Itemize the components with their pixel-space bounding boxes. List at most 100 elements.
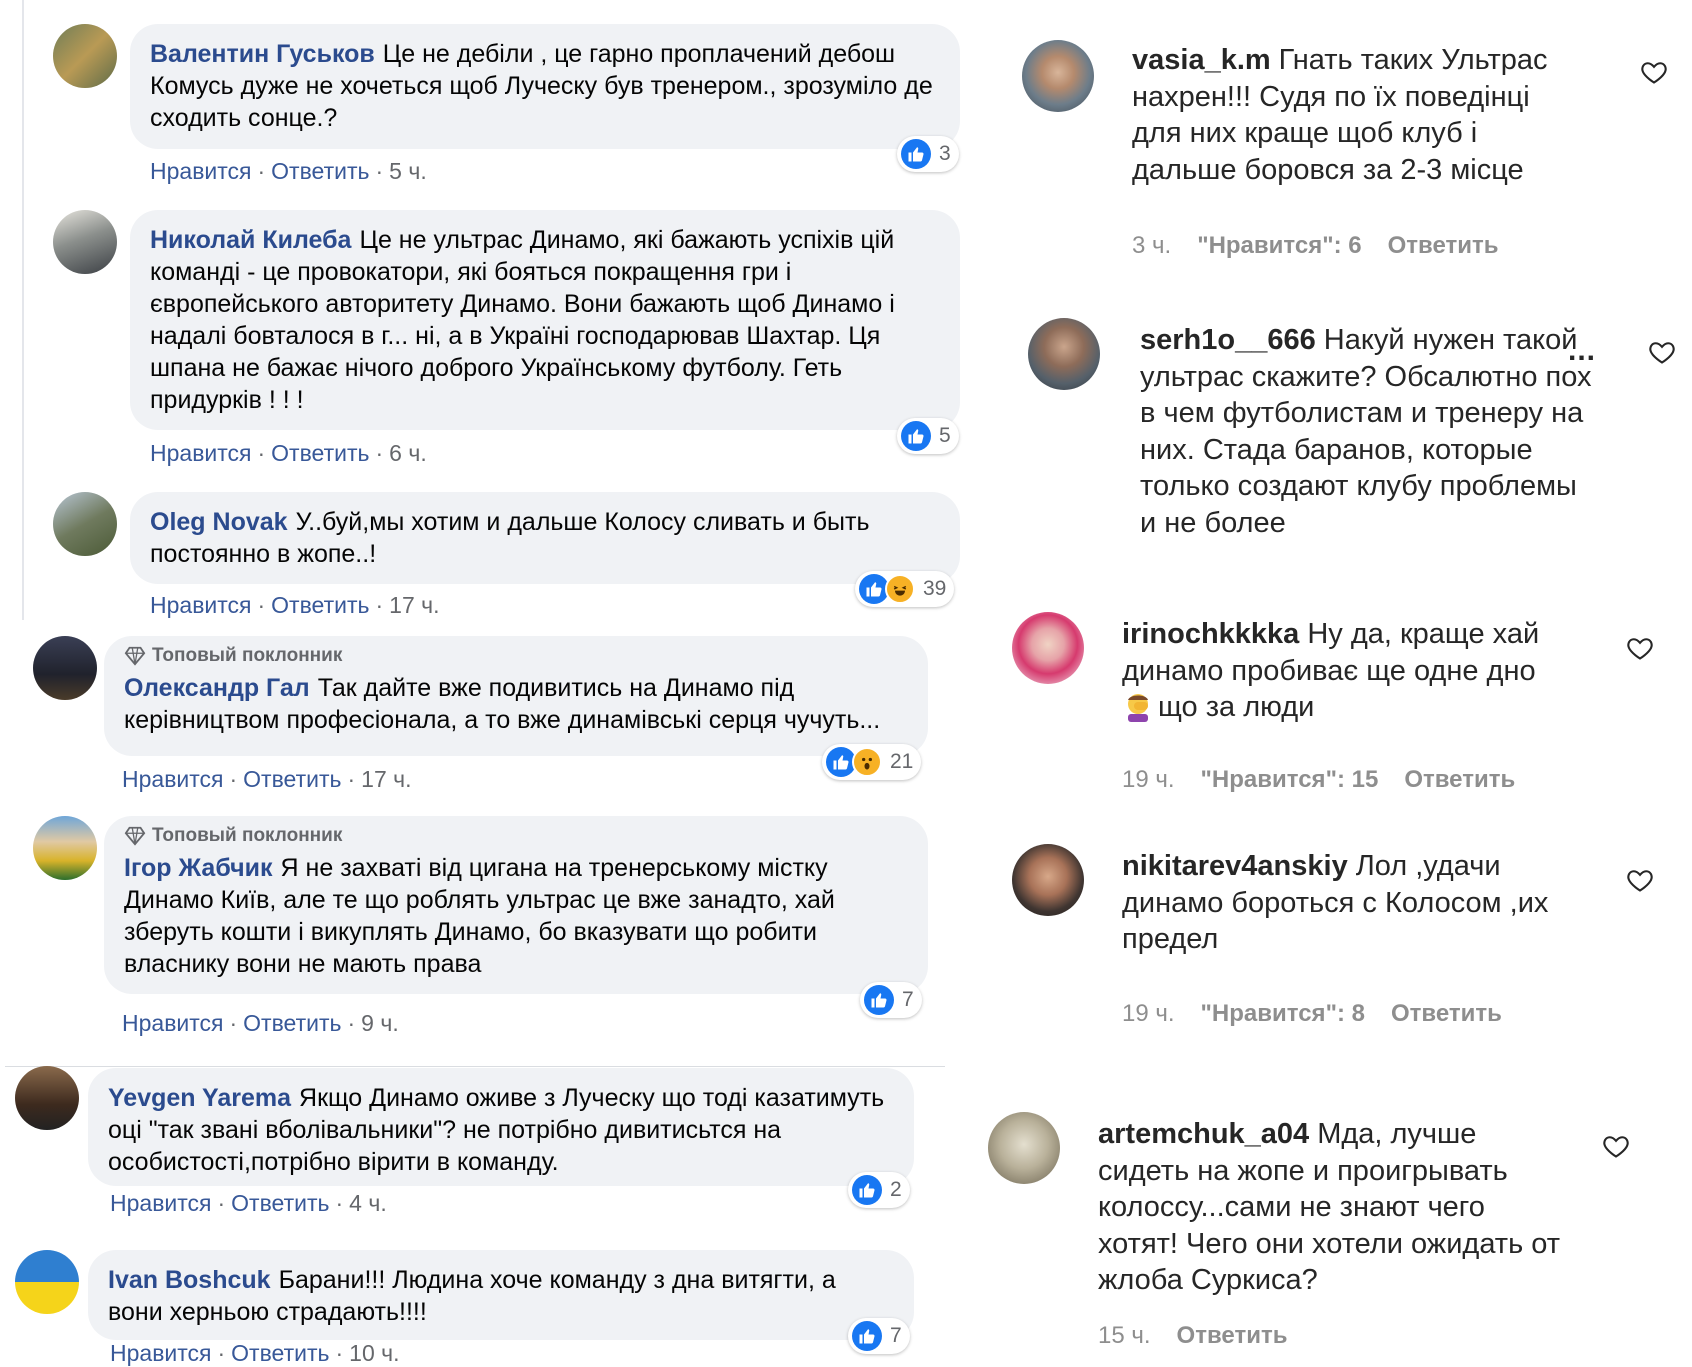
avatar[interactable] xyxy=(53,492,117,556)
comment-author[interactable]: Валентин Гуськов xyxy=(150,40,375,68)
reply-link[interactable]: Ответить xyxy=(1391,1000,1502,1027)
reaction-summary[interactable]: 7 xyxy=(848,1318,910,1354)
avatar[interactable] xyxy=(1012,844,1084,916)
avatar[interactable] xyxy=(53,210,117,274)
comment-username[interactable]: nikitarev4anskiy xyxy=(1122,850,1348,882)
more-button[interactable]: ... xyxy=(1568,334,1596,368)
reply-link[interactable]: Ответить xyxy=(243,1010,341,1036)
comment-actions: Нравится · Ответить · 10 ч. xyxy=(110,1340,400,1366)
heart-icon[interactable] xyxy=(1640,58,1668,86)
like-reaction-icon xyxy=(901,139,931,169)
likes-count[interactable]: "Нравится": 8 xyxy=(1201,1000,1365,1027)
comment-text: Накуй нужен такой ультрас скажите? Обсал… xyxy=(1140,324,1592,539)
avatar[interactable] xyxy=(1028,318,1100,390)
heart-icon[interactable] xyxy=(1626,634,1654,662)
reaction-count: 21 xyxy=(890,750,914,773)
reply-link[interactable]: Ответить xyxy=(1404,766,1515,793)
comment-author[interactable]: Ivan Boshcuk xyxy=(108,1266,271,1294)
avatar[interactable] xyxy=(988,1112,1060,1184)
avatar[interactable] xyxy=(15,1066,79,1130)
like-reaction-icon xyxy=(852,1321,882,1351)
like-link[interactable]: Нравится xyxy=(122,766,224,792)
comment-username[interactable]: vasia_k.m xyxy=(1132,44,1271,76)
comment-bubble: Oleg Novak У..буй,мы хотим и дальше Колос… xyxy=(130,492,960,584)
avatar[interactable] xyxy=(15,1250,79,1314)
likes-count[interactable]: "Нравится": 15 xyxy=(1201,766,1379,793)
like-link[interactable]: Нравится xyxy=(150,158,252,184)
reply-link[interactable]: Ответить xyxy=(271,440,369,466)
reaction-summary[interactable]: 3 xyxy=(897,136,959,172)
comment-body: serh1o__666 Накуй нужен такой ультрас ска… xyxy=(1140,322,1600,541)
like-link[interactable]: Нравится xyxy=(122,1010,224,1036)
reply-link[interactable]: Ответить xyxy=(1388,232,1499,259)
divider xyxy=(5,1066,945,1067)
reaction-count: 5 xyxy=(939,424,951,447)
reaction-summary[interactable]: 2 xyxy=(848,1172,910,1208)
avatar[interactable] xyxy=(53,24,117,88)
heart-icon[interactable] xyxy=(1648,338,1676,366)
reaction-summary[interactable]: 7 xyxy=(860,982,922,1018)
comment-username[interactable]: irinochkkkka xyxy=(1122,618,1299,650)
comment-meta: 15 ч. Ответить xyxy=(1098,1322,1287,1350)
reply-link[interactable]: Ответить xyxy=(231,1190,329,1216)
comment-time: 3 ч. xyxy=(1132,232,1172,259)
avatar[interactable] xyxy=(1012,612,1084,684)
comment-author[interactable]: Yevgen Yarema xyxy=(108,1084,291,1112)
comment-username[interactable]: serh1o__666 xyxy=(1140,324,1316,356)
avatar[interactable] xyxy=(33,636,97,700)
comment-text: Це не ультрас Динамо, які бажають успіхі… xyxy=(150,226,895,414)
comment-time: 15 ч. xyxy=(1098,1322,1151,1349)
heart-icon[interactable] xyxy=(1602,1132,1630,1160)
thread-line xyxy=(22,0,24,620)
reply-link[interactable]: Ответить xyxy=(271,592,369,618)
comment-time: 9 ч. xyxy=(361,1010,399,1036)
reaction-summary[interactable]: 21 xyxy=(822,744,922,780)
wow-reaction-icon xyxy=(852,747,882,777)
avatar[interactable] xyxy=(33,816,97,880)
comment-author[interactable]: Ігор Жабчик xyxy=(124,854,273,882)
avatar[interactable] xyxy=(1022,40,1094,112)
top-fan-badge: Топовый поклонник xyxy=(124,644,908,668)
comment-bubble: Николай Килеба Це не ультрас Динамо, які … xyxy=(130,210,960,430)
reaction-count: 7 xyxy=(890,1324,902,1347)
reaction-count: 2 xyxy=(890,1178,902,1201)
reply-link[interactable]: Ответить xyxy=(231,1340,329,1366)
heart-icon[interactable] xyxy=(1626,866,1654,894)
comment-time: 10 ч. xyxy=(349,1340,400,1366)
comment-author[interactable]: Oleg Novak xyxy=(150,508,288,536)
comment-meta: 19 ч. "Нравится": 8 Ответить xyxy=(1122,1000,1502,1028)
reply-link[interactable]: Ответить xyxy=(1177,1322,1288,1349)
comment-time: 4 ч. xyxy=(349,1190,387,1216)
comment-time: 17 ч. xyxy=(389,592,440,618)
comment-actions: Нравится · Ответить · 5 ч. xyxy=(150,158,427,184)
like-link[interactable]: Нравится xyxy=(150,592,252,618)
reaction-summary[interactable]: 39 xyxy=(855,571,955,607)
facepalm-emoji-icon xyxy=(1122,690,1154,722)
comment-author[interactable]: Николай Килеба xyxy=(150,226,351,254)
comment-time: 6 ч. xyxy=(389,440,427,466)
comment-time: 19 ч. xyxy=(1122,766,1175,793)
reaction-count: 39 xyxy=(923,577,947,600)
comment-author[interactable]: Олександр Гал xyxy=(124,674,310,702)
comment-actions: Нравится · Ответить · 4 ч. xyxy=(110,1190,387,1216)
reaction-summary[interactable]: 5 xyxy=(897,418,959,454)
like-reaction-icon xyxy=(852,1175,882,1205)
comment-actions: Нравится · Ответить · 17 ч. xyxy=(122,766,412,792)
comment-bubble: Валентин Гуськов Це не дебіли , це гарно … xyxy=(130,24,960,149)
comment-username[interactable]: artemchuk_a04 xyxy=(1098,1118,1309,1150)
comment-bubble: Топовый поклонник Ігор Жабчик Я не захват… xyxy=(104,816,928,994)
reply-link[interactable]: Ответить xyxy=(271,158,369,184)
like-reaction-icon xyxy=(901,421,931,451)
likes-count[interactable]: "Нравится": 6 xyxy=(1197,232,1361,259)
comment-actions: Нравится · Ответить · 6 ч. xyxy=(150,440,427,466)
like-link[interactable]: Нравится xyxy=(110,1340,212,1366)
reaction-count: 7 xyxy=(902,988,914,1011)
comment-bubble: Yevgen Yarema Якщо Динамо оживе з Луческу… xyxy=(88,1068,914,1186)
like-link[interactable]: Нравится xyxy=(110,1190,212,1216)
comment-bubble: Топовый поклонник Олександр Гал Так дайте… xyxy=(104,636,928,756)
comment-meta: 3 ч. "Нравится": 6 Ответить xyxy=(1132,232,1499,260)
comment-actions: Нравится · Ответить · 9 ч. xyxy=(122,1010,399,1036)
reply-link[interactable]: Ответить xyxy=(243,766,341,792)
comment-actions: Нравится · Ответить · 17 ч. xyxy=(150,592,440,618)
like-link[interactable]: Нравится xyxy=(150,440,252,466)
